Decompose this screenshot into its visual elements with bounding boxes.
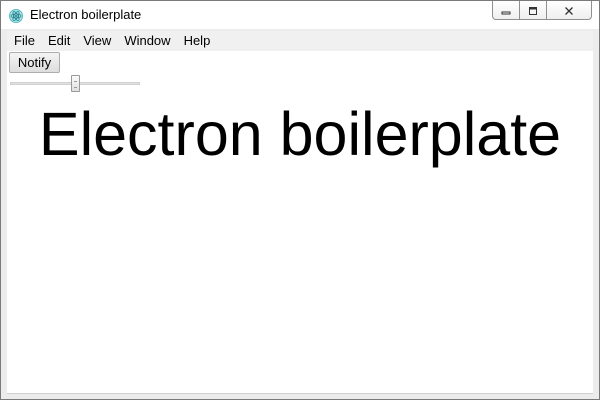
content-area: Notify Electron boilerplate xyxy=(7,51,593,394)
close-button[interactable] xyxy=(546,1,592,20)
range-slider[interactable] xyxy=(10,75,140,95)
minimize-button[interactable] xyxy=(492,1,520,20)
window-title: Electron boilerplate xyxy=(30,7,142,22)
slider-thumb[interactable] xyxy=(71,75,80,92)
menu-edit[interactable]: Edit xyxy=(41,31,76,51)
minimize-icon xyxy=(501,1,511,20)
app-window: Electron boilerplate File Edit View Wind… xyxy=(0,0,600,400)
title-bar[interactable]: Electron boilerplate xyxy=(1,1,599,29)
menu-file[interactable]: File xyxy=(7,31,41,51)
close-icon xyxy=(564,1,574,20)
menu-help[interactable]: Help xyxy=(177,31,217,51)
menu-bar: File Edit View Window Help xyxy=(7,31,593,51)
menu-view[interactable]: View xyxy=(76,31,117,51)
menu-window[interactable]: Window xyxy=(117,31,176,51)
notify-button[interactable]: Notify xyxy=(9,52,60,73)
maximize-button[interactable] xyxy=(519,1,547,20)
electron-logo-icon xyxy=(9,8,23,23)
page-heading: Electron boilerplate xyxy=(38,100,562,168)
window-controls xyxy=(492,1,592,22)
maximize-icon xyxy=(528,1,538,20)
